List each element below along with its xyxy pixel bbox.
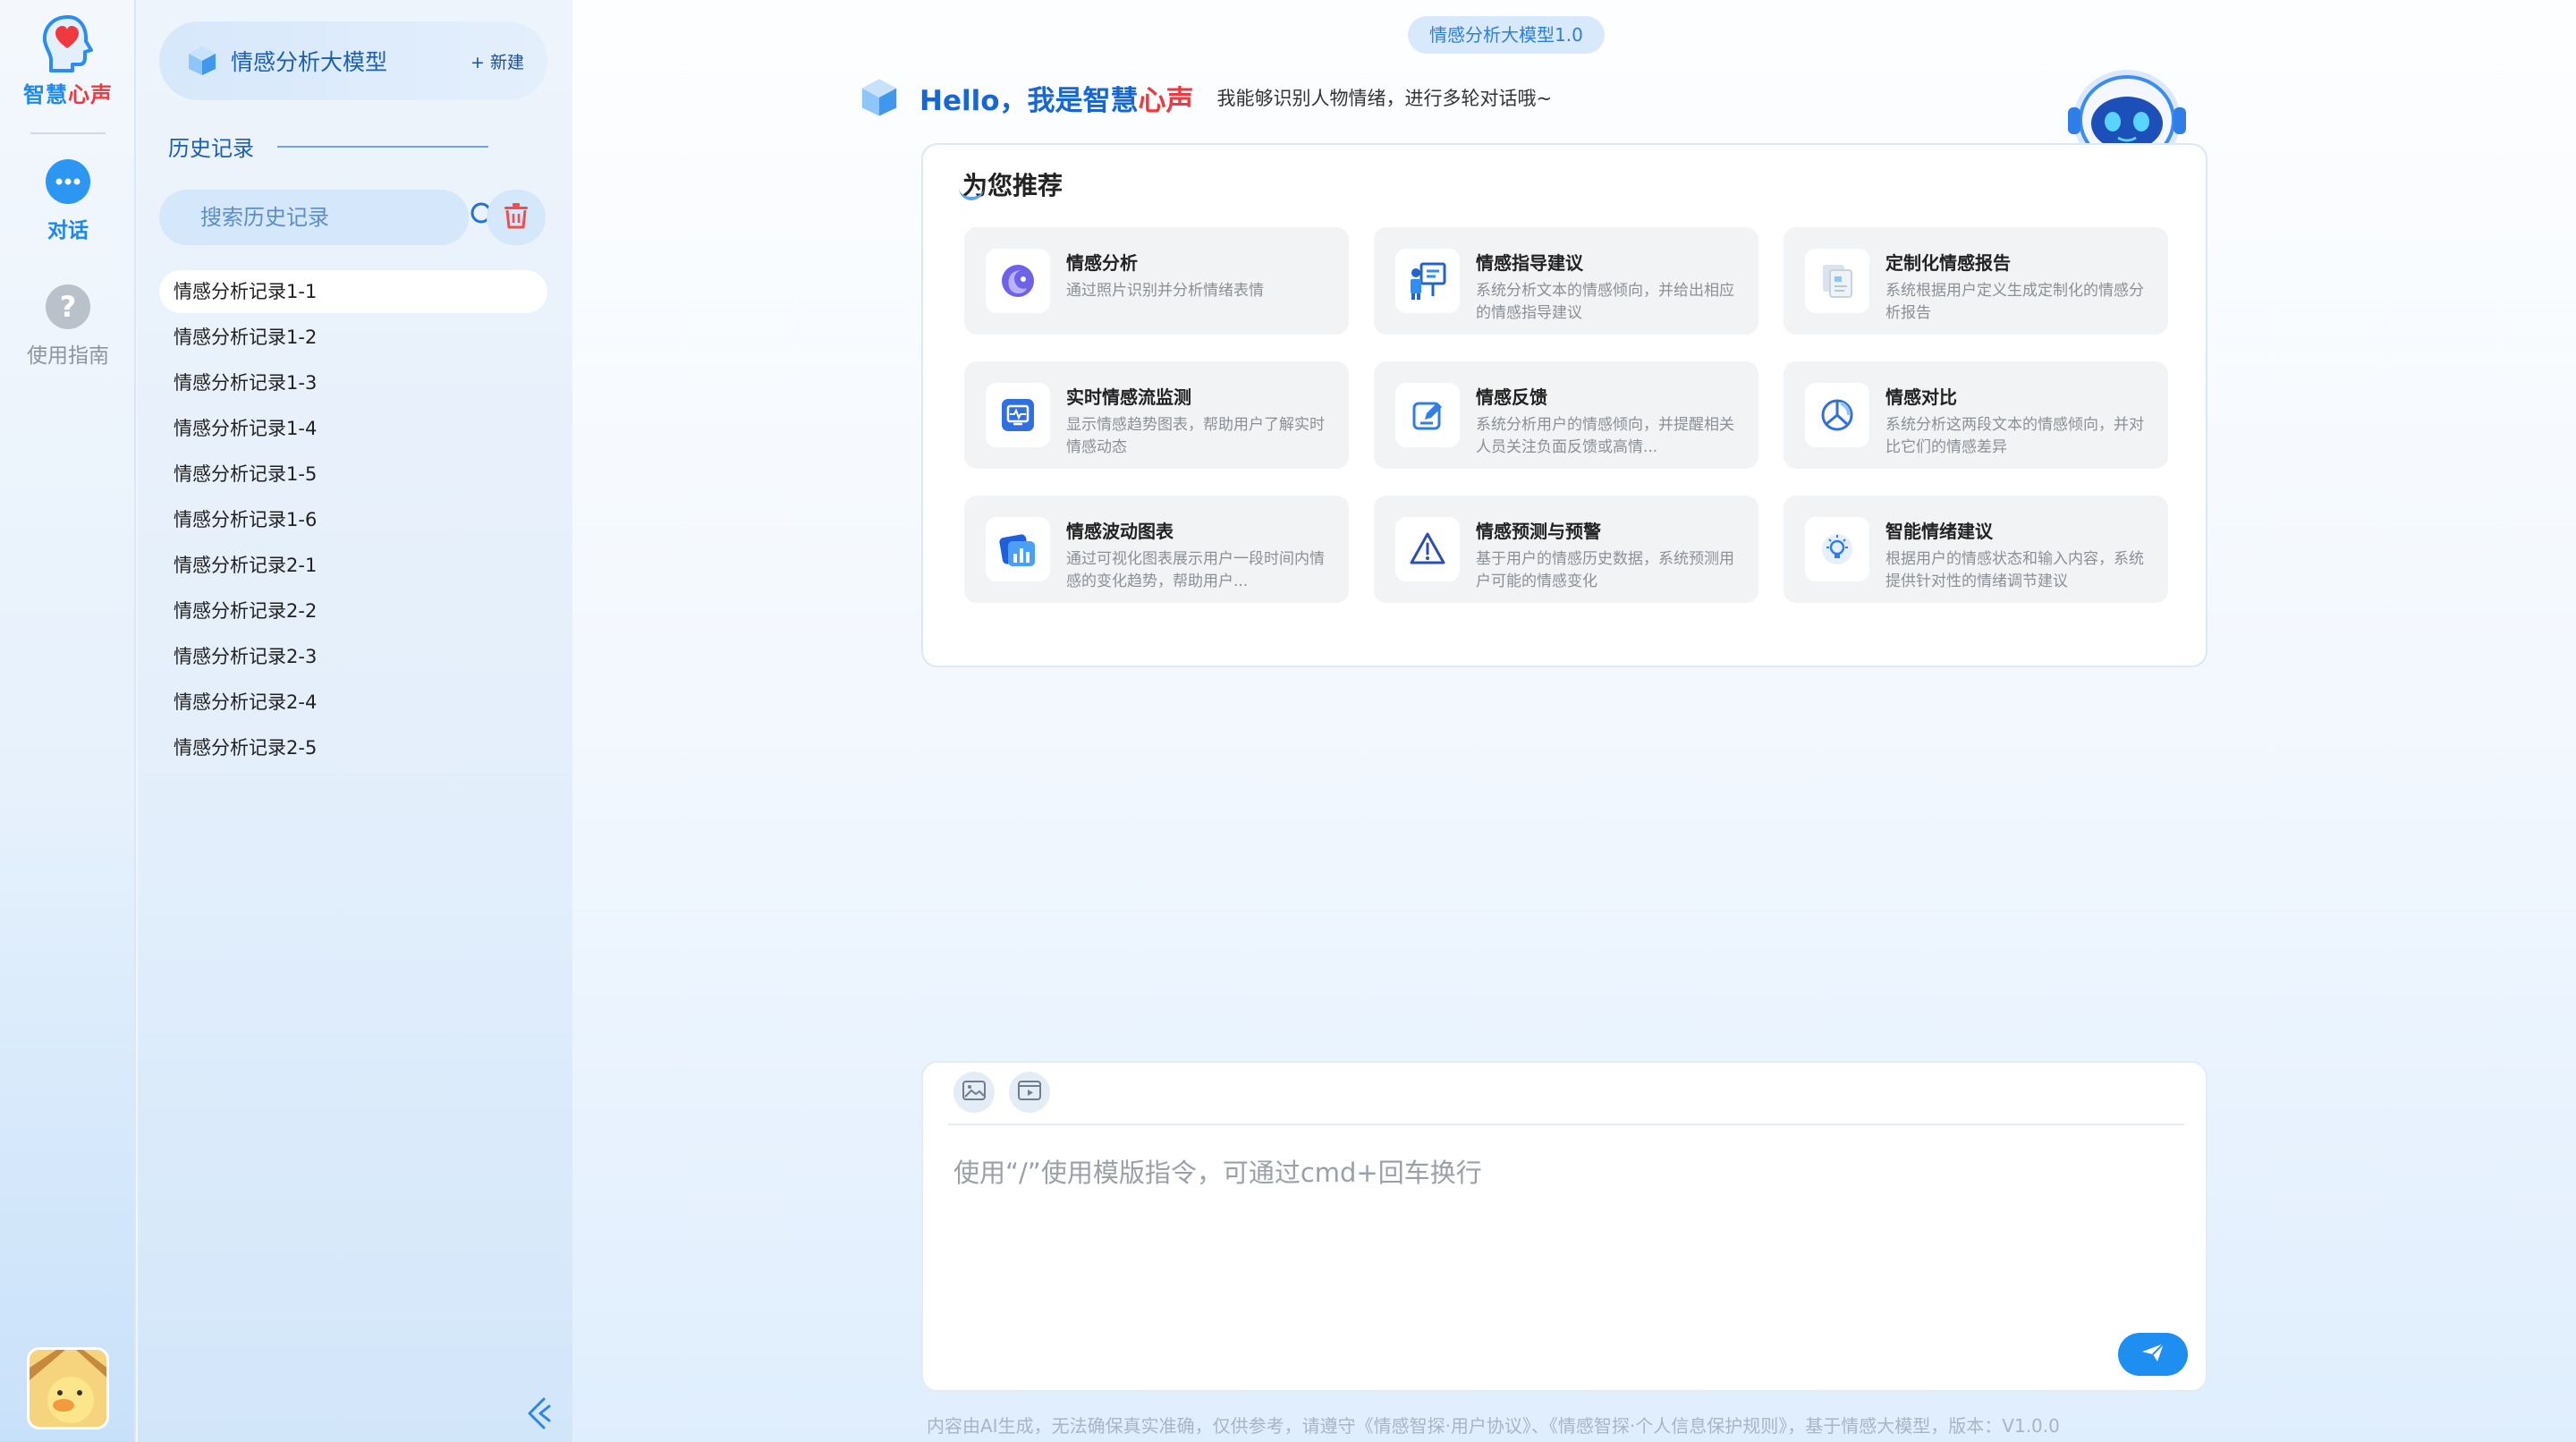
history-list: 情感分析记录1-1 情感分析记录1-2 情感分析记录1-3 情感分析记录1-4 情感分析… — [159, 270, 547, 772]
message-composer — [921, 1061, 2207, 1392]
history-header: 历史记录 — [168, 131, 488, 162]
history-item[interactable]: 情感分析记录1-2 — [159, 316, 547, 359]
history-item[interactable]: 情感分析记录1-3 — [159, 361, 547, 404]
feature-title: 情感对比 — [1885, 386, 1957, 408]
feature-card-realtime-monitor[interactable]: 实时情感流监测 显示情感趋势图表，帮助用户了解实时情感动态 — [964, 361, 1349, 469]
feature-title: 智能情绪建议 — [1885, 521, 1993, 542]
history-item[interactable]: 情感分析记录2-4 — [159, 681, 547, 724]
search-input[interactable] — [200, 205, 469, 230]
send-button[interactable] — [2118, 1333, 2188, 1376]
feature-title: 情感预测与预警 — [1476, 521, 1601, 542]
brand-name: 智慧心声 — [23, 82, 113, 107]
image-upload-button[interactable] — [953, 1072, 995, 1113]
duck-avatar-icon[interactable] — [27, 1347, 109, 1429]
feature-title: 实时情感流监测 — [1066, 386, 1191, 408]
chevron-left-icon — [521, 1397, 556, 1435]
recommendation-title: 为您推荐 — [958, 166, 1063, 202]
feature-title: 情感反馈 — [1476, 386, 1547, 408]
feature-title: 情感波动图表 — [1066, 521, 1174, 542]
recommendation-card: 为您推荐 情感分析 通过照片识别并分析情绪表情 情感指导建议 系统分析文本的情感… — [921, 143, 2207, 667]
greeting: Hello，我是智慧心声 我能够识别人物情绪，进行多轮对话哦~ — [859, 77, 1552, 118]
app-logo: 智慧心声 — [0, 14, 136, 108]
pie-compare-icon — [1805, 383, 1869, 447]
history-item[interactable]: 情感分析记录1-1 — [159, 270, 547, 313]
feature-desc: 系统分析这两段文本的情感倾向，并对比它们的情感差异 — [1885, 416, 2144, 456]
feature-title: 定制化情感报告 — [1885, 252, 2011, 274]
feature-desc: 系统分析用户的情感倾向，并提醒相关人员关注负面反馈或高情... — [1476, 416, 1734, 456]
feature-card-compare[interactable]: 情感对比 系统分析这两段文本的情感倾向，并对比它们的情感差异 — [1784, 361, 2168, 469]
recommendation-grid: 情感分析 通过照片识别并分析情绪表情 情感指导建议 系统分析文本的情感倾向，并给… — [964, 227, 2168, 603]
feature-desc: 系统分析文本的情感倾向，并给出相应的情感指导建议 — [1476, 282, 1734, 322]
teacher-board-icon — [1395, 249, 1460, 313]
greeting-subtitle: 我能够识别人物情绪，进行多轮对话哦~ — [1216, 88, 1553, 109]
paper-plane-icon — [2140, 1342, 2165, 1367]
monitor-pulse-icon — [986, 383, 1050, 447]
question-mark-icon: ? — [46, 284, 90, 329]
video-upload-icon — [1018, 1081, 1041, 1104]
clear-history-button[interactable] — [487, 190, 546, 245]
model-name: 情感分析大模型 — [231, 49, 388, 75]
feature-desc: 系统根据用户定义生成定制化的情感分析报告 — [1885, 282, 2144, 322]
new-chat-button[interactable]: + 新建 — [470, 49, 524, 73]
history-item[interactable]: 情感分析记录1-5 — [159, 453, 547, 496]
feature-desc: 显示情感趋势图表，帮助用户了解实时情感动态 — [1066, 416, 1325, 456]
feature-desc: 基于用户的情感历史数据，系统预测用户可能的情感变化 — [1476, 550, 1734, 590]
model-cube-icon — [186, 45, 218, 77]
feature-card-guidance[interactable]: 情感指导建议 系统分析文本的情感倾向，并给出相应的情感指导建议 — [1374, 227, 1758, 335]
model-cube-icon — [859, 77, 900, 118]
nav-item-chat[interactable]: 对话 — [0, 159, 136, 243]
disclaimer-footer: 内容由AI生成，无法确保真实准确，仅供参考，请遵守《情感智探·用户协议》、《情感… — [927, 1415, 2060, 1437]
feature-title: 情感指导建议 — [1476, 252, 1583, 274]
composer-divider — [948, 1124, 2184, 1125]
nav-item-guide[interactable]: ? 使用指南 — [0, 284, 136, 369]
history-item[interactable]: 情感分析记录2-2 — [159, 590, 547, 632]
image-upload-icon — [962, 1081, 986, 1104]
model-version-badge[interactable]: 情感分析大模型1.0 — [1408, 16, 1605, 54]
feature-card-custom-report[interactable]: 定制化情感报告 系统根据用户定义生成定制化的情感分析报告 — [1784, 227, 2168, 335]
feature-title: 情感分析 — [1066, 252, 1138, 274]
feature-card-prediction-alert[interactable]: 情感预测与预警 基于用户的情感历史数据，系统预测用户可能的情感变化 — [1374, 496, 1758, 603]
warning-triangle-icon — [1395, 517, 1460, 581]
history-item[interactable]: 情感分析记录2-3 — [159, 635, 547, 678]
new-chat-bar[interactable]: 情感分析大模型 + 新建 — [159, 21, 547, 100]
feature-desc: 通过可视化图表展示用户一段时间内情感的变化趋势，帮助用户... — [1066, 550, 1325, 590]
lightbulb-icon — [1805, 517, 1869, 581]
feature-desc: 根据用户的情感状态和输入内容，系统提供针对性的情绪调节建议 — [1885, 550, 2144, 590]
chat-bubble-icon — [46, 159, 90, 204]
history-item[interactable]: 情感分析记录1-6 — [159, 498, 547, 541]
feature-desc: 通过照片识别并分析情绪表情 — [1066, 282, 1264, 300]
history-title: 历史记录 — [168, 136, 254, 161]
main-area: 情感分析大模型1.0 Hello，我是智慧心声 我能够识别人物情绪，进行多轮对话… — [572, 0, 2576, 1442]
composer-toolbar — [953, 1072, 1064, 1113]
feature-card-feedback[interactable]: 情感反馈 系统分析用户的情感倾向，并提醒相关人员关注负面反馈或高情... — [1374, 361, 1758, 469]
greeting-title: Hello，我是智慧心声 — [919, 84, 1194, 117]
history-title-line — [277, 145, 488, 148]
trash-icon — [504, 202, 529, 233]
history-search — [159, 190, 497, 245]
bar-chart-icon — [986, 517, 1050, 581]
edit-feedback-icon — [1395, 383, 1460, 447]
history-item[interactable]: 情感分析记录2-1 — [159, 544, 547, 587]
feature-card-fluctuation-chart[interactable]: 情感波动图表 通过可视化图表展示用户一段时间内情感的变化趋势，帮助用户... — [964, 496, 1349, 603]
brain-heart-logo-icon — [40, 14, 96, 73]
collapse-sidebar-button[interactable] — [521, 1395, 556, 1431]
feature-card-mood-suggestion[interactable]: 智能情绪建议 根据用户的情感状态和输入内容，系统提供针对性的情绪调节建议 — [1784, 496, 2168, 603]
face-profile-icon — [986, 249, 1050, 313]
nav-label: 对话 — [47, 219, 89, 242]
report-document-icon — [1805, 249, 1869, 313]
history-item[interactable]: 情感分析记录1-4 — [159, 407, 547, 450]
history-item[interactable]: 情感分析记录2-5 — [159, 726, 547, 769]
rail-divider — [30, 132, 106, 134]
nav-label: 使用指南 — [27, 344, 109, 368]
video-upload-button[interactable] — [1009, 1072, 1050, 1113]
history-panel: 情感分析大模型 + 新建 历史记录 情感分析记录1-1情感分析记录1-2情感分析… — [138, 0, 572, 1442]
left-rail: 智慧心声 对话 ? 使用指南 — [0, 0, 136, 1442]
message-input[interactable] — [953, 1152, 2170, 1331]
feature-card-emotion-analysis[interactable]: 情感分析 通过照片识别并分析情绪表情 — [964, 227, 1349, 335]
